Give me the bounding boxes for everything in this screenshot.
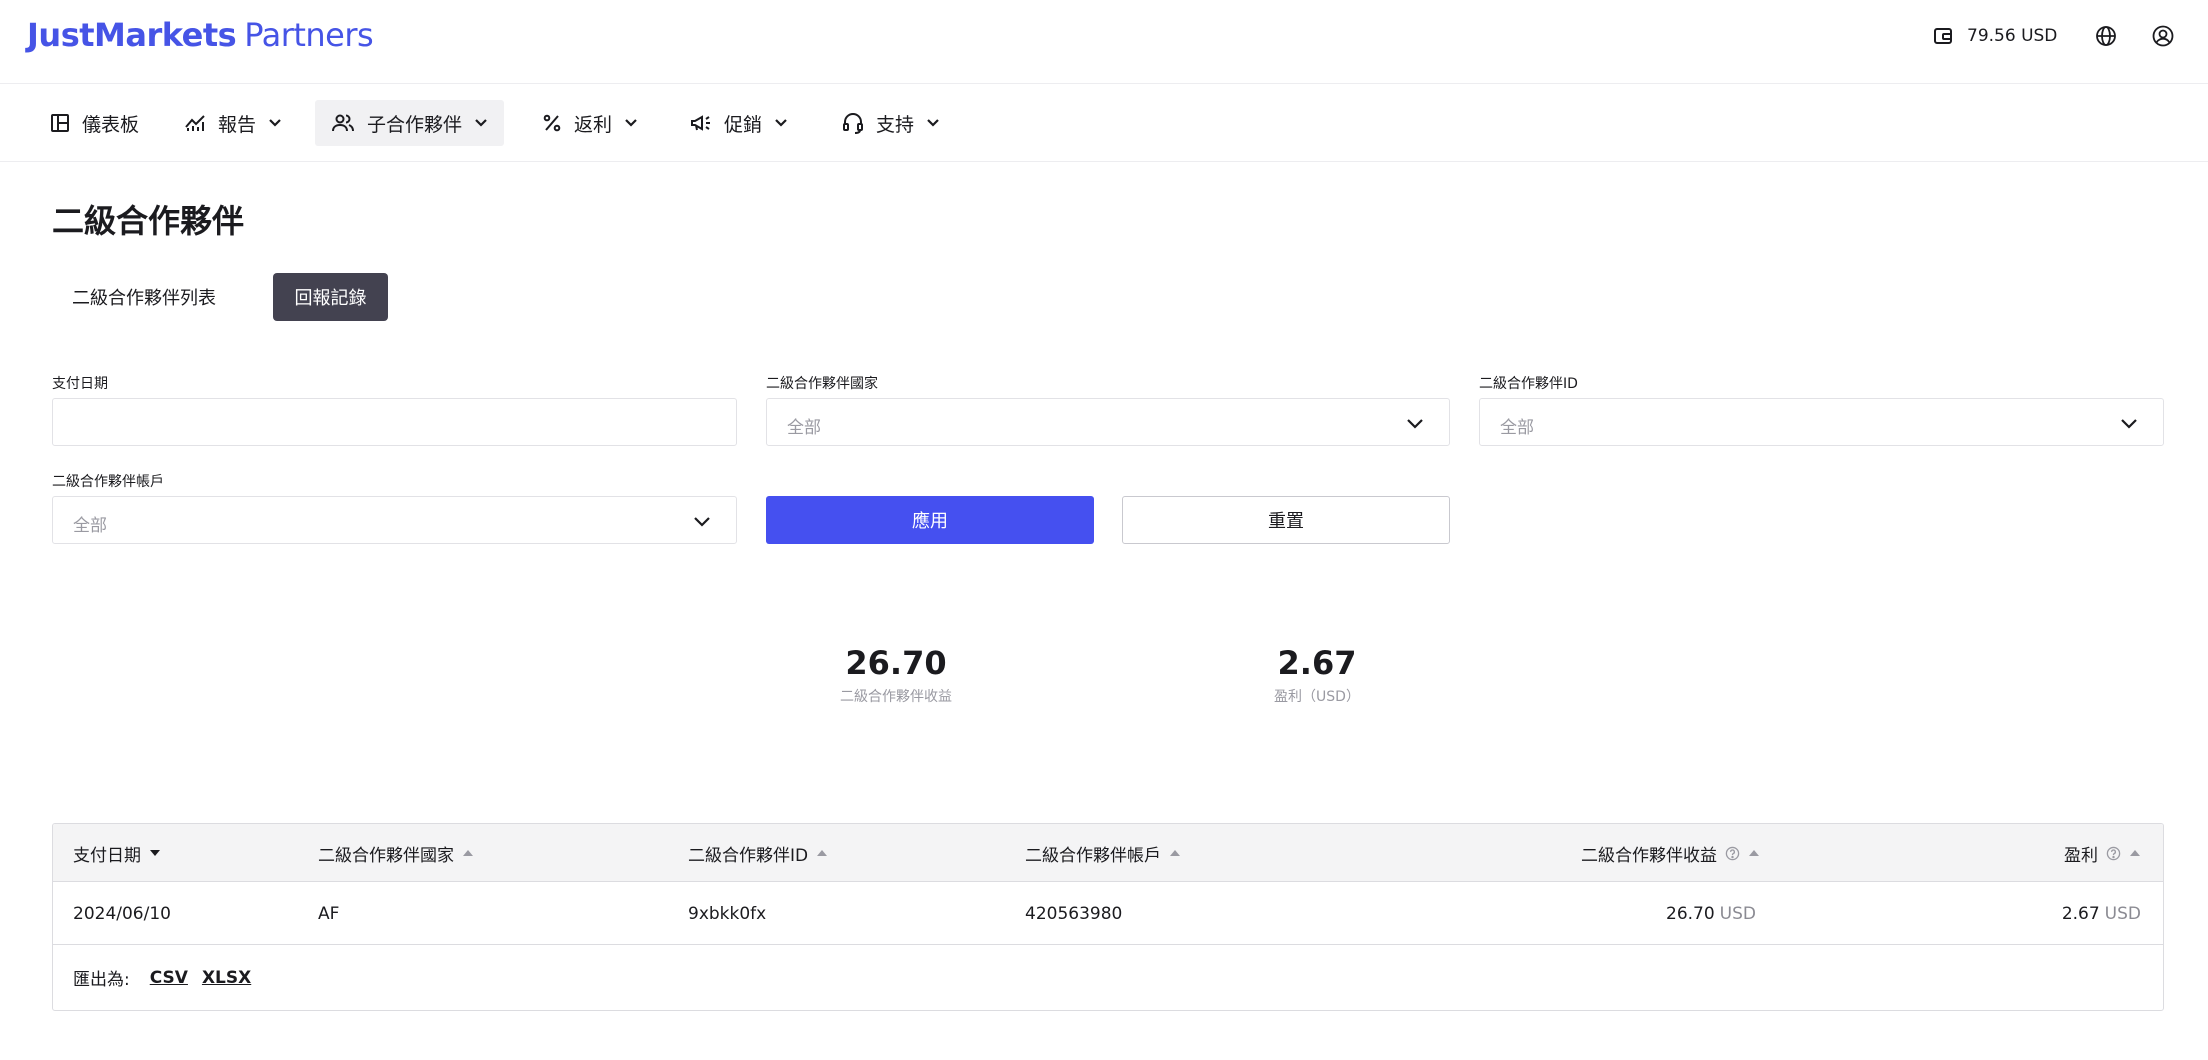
chevron-down-icon	[1407, 419, 1423, 429]
export-bar: 匯出為: CSV XLSX	[73, 945, 251, 1010]
revenue-summary-value: 26.70	[845, 644, 947, 682]
partner-id-label: 二級合作夥伴ID	[1479, 376, 1578, 392]
account-select-value: 全部	[73, 516, 107, 536]
chevron-down-icon	[2121, 419, 2137, 429]
column-label: 二級合作夥伴收益	[1581, 845, 1717, 866]
cell-revenue-unit: USD	[1719, 903, 1756, 924]
headset-icon	[843, 113, 863, 134]
sort-desc-icon	[150, 850, 160, 856]
nav-item-dashboard[interactable]: 儀表板	[34, 100, 155, 146]
payment-date-input[interactable]	[52, 398, 737, 446]
column-header-account[interactable]: 二級合作夥伴帳戶	[1025, 824, 1181, 882]
help-circle-icon[interactable]	[1725, 846, 1740, 861]
cell-payment-date: 2024/06/10	[73, 903, 171, 924]
cell-country: AF	[318, 903, 340, 924]
account-label: 二級合作夥伴帳戶	[52, 474, 164, 490]
cell-revenue-value: 26.70	[1666, 903, 1715, 924]
logo-brand: JustMarkets	[27, 16, 237, 54]
megaphone-icon	[691, 115, 710, 131]
column-header-country[interactable]: 二級合作夥伴國家	[318, 824, 474, 882]
partner-id-select[interactable]: 全部	[1479, 398, 2164, 446]
nav-item-reports[interactable]: 報告	[168, 100, 298, 146]
revenue-summary: 26.70 二級合作夥伴收益	[796, 644, 996, 706]
logo-suffix: Partners	[244, 16, 374, 54]
reset-button[interactable]: 重置	[1122, 496, 1450, 544]
export-label: 匯出為:	[73, 970, 130, 990]
user-circle-icon[interactable]	[2151, 24, 2175, 48]
records-table: 支付日期 二級合作夥伴國家 二級合作夥伴ID 二級合作夥伴帳戶 二級合作夥伴收益…	[52, 823, 2164, 1011]
nav-label: 子合作夥伴	[367, 113, 463, 136]
users-icon	[332, 114, 354, 132]
cell-profit-value: 2.67	[2061, 903, 2100, 924]
country-label: 二級合作夥伴國家	[766, 376, 878, 392]
profit-summary: 2.67 盈利（USD）	[1217, 644, 1417, 706]
column-header-partner-id[interactable]: 二級合作夥伴ID	[688, 824, 828, 882]
table-header: 支付日期 二級合作夥伴國家 二級合作夥伴ID 二級合作夥伴帳戶 二級合作夥伴收益…	[53, 824, 2163, 882]
export-xlsx-link[interactable]: XLSX	[202, 968, 251, 988]
country-select-value: 全部	[787, 418, 821, 438]
help-circle-icon[interactable]	[2106, 846, 2121, 861]
top-header: JustMarkets Partners 79.56 USD	[0, 0, 2208, 84]
profit-summary-value: 2.67	[1277, 644, 1357, 682]
balance-display[interactable]: 79.56 USD	[1933, 24, 2057, 48]
chevron-down-icon	[694, 517, 710, 527]
logo[interactable]: JustMarkets Partners	[27, 16, 374, 54]
sort-asc-icon	[1170, 850, 1180, 856]
chart-icon	[185, 115, 205, 131]
nav-item-support[interactable]: 支持	[826, 100, 956, 146]
chevron-down-icon	[269, 119, 281, 127]
column-label: 二級合作夥伴國家	[318, 845, 454, 866]
apply-button[interactable]: 應用	[766, 496, 1094, 544]
chevron-down-icon	[927, 119, 939, 127]
balance-amount: 79.56 USD	[1967, 26, 2058, 46]
nav-label: 報告	[218, 113, 257, 136]
profit-summary-label: 盈利（USD）	[1274, 689, 1360, 705]
main-nav: 儀表板 報告 子合作夥伴 返利 促銷 支持	[0, 84, 2208, 162]
nav-item-rebates[interactable]: 返利	[526, 100, 654, 146]
table-row: 2024/06/10 AF 9xbkk0fx 420563980 26.70 US…	[53, 882, 2163, 945]
cell-profit-unit: USD	[2104, 903, 2141, 924]
cell-profit: 2.67 USD	[1933, 882, 2141, 945]
revenue-summary-label: 二級合作夥伴收益	[840, 689, 952, 705]
cell-partner-id: 9xbkk0fx	[688, 903, 767, 924]
payment-date-label: 支付日期	[52, 376, 108, 392]
column-header-payment-date[interactable]: 支付日期	[73, 824, 161, 882]
nav-label: 返利	[574, 113, 613, 136]
page-title: 二級合作夥伴	[52, 202, 245, 240]
country-select[interactable]: 全部	[766, 398, 1450, 446]
globe-icon[interactable]	[2094, 24, 2118, 48]
column-label: 二級合作夥伴帳戶	[1025, 845, 1161, 866]
chevron-down-icon	[775, 119, 787, 127]
chevron-down-icon	[625, 119, 637, 127]
nav-label: 儀表板	[82, 113, 140, 136]
dashboard-icon	[51, 114, 69, 132]
wallet-icon	[1934, 28, 1952, 44]
column-label: 盈利	[2064, 845, 2098, 866]
column-label: 支付日期	[73, 845, 141, 866]
column-label: 二級合作夥伴ID	[688, 845, 809, 866]
percent-icon	[543, 114, 561, 132]
column-header-revenue[interactable]: 二級合作夥伴收益	[1581, 824, 1760, 882]
tab-report-records[interactable]: 回報記錄	[273, 273, 388, 321]
cell-revenue: 26.70 USD	[1553, 882, 1756, 945]
sort-asc-icon	[463, 850, 473, 856]
nav-item-promotions[interactable]: 促銷	[674, 100, 804, 146]
nav-item-sub-partners[interactable]: 子合作夥伴	[315, 100, 505, 146]
nav-label: 支持	[876, 113, 915, 136]
cell-account: 420563980	[1025, 903, 1123, 924]
sort-asc-icon	[1749, 850, 1759, 856]
nav-label: 促銷	[724, 113, 763, 136]
export-csv-link[interactable]: CSV	[150, 968, 188, 988]
chevron-down-icon	[475, 119, 487, 127]
partner-id-select-value: 全部	[1500, 418, 1534, 438]
sort-asc-icon	[817, 850, 828, 856]
sort-asc-icon	[2130, 850, 2140, 856]
column-header-profit[interactable]: 盈利	[2064, 824, 2141, 882]
account-select[interactable]: 全部	[52, 496, 737, 544]
tab-sub-partner-list[interactable]: 二級合作夥伴列表	[52, 273, 236, 321]
